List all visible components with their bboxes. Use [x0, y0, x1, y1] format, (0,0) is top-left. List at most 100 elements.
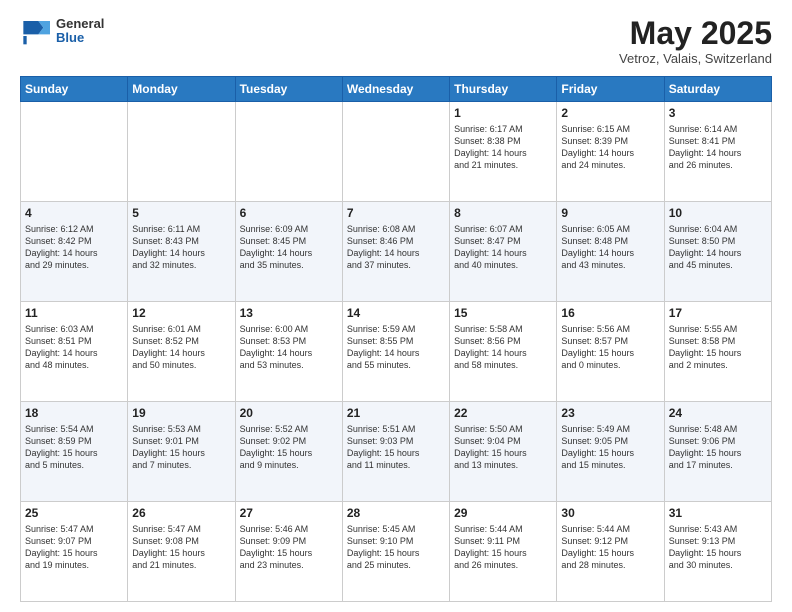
day-info: Sunrise: 5:49 AM Sunset: 9:05 PM Dayligh… — [561, 423, 659, 472]
day-number: 15 — [454, 305, 552, 322]
day-info: Sunrise: 5:53 AM Sunset: 9:01 PM Dayligh… — [132, 423, 230, 472]
day-number: 27 — [240, 505, 338, 522]
day-info: Sunrise: 5:56 AM Sunset: 8:57 PM Dayligh… — [561, 323, 659, 372]
calendar-cell: 19Sunrise: 5:53 AM Sunset: 9:01 PM Dayli… — [128, 402, 235, 502]
calendar-cell: 9Sunrise: 6:05 AM Sunset: 8:48 PM Daylig… — [557, 202, 664, 302]
calendar-cell: 22Sunrise: 5:50 AM Sunset: 9:04 PM Dayli… — [450, 402, 557, 502]
page: General Blue May 2025 Vetroz, Valais, Sw… — [0, 0, 792, 612]
day-info: Sunrise: 6:08 AM Sunset: 8:46 PM Dayligh… — [347, 223, 445, 272]
weekday-header-tuesday: Tuesday — [235, 77, 342, 102]
calendar-cell: 5Sunrise: 6:11 AM Sunset: 8:43 PM Daylig… — [128, 202, 235, 302]
day-info: Sunrise: 6:17 AM Sunset: 8:38 PM Dayligh… — [454, 123, 552, 172]
day-number: 30 — [561, 505, 659, 522]
day-number: 3 — [669, 105, 767, 122]
header: General Blue May 2025 Vetroz, Valais, Sw… — [20, 16, 772, 66]
calendar-cell: 15Sunrise: 5:58 AM Sunset: 8:56 PM Dayli… — [450, 302, 557, 402]
day-number: 23 — [561, 405, 659, 422]
calendar-cell: 30Sunrise: 5:44 AM Sunset: 9:12 PM Dayli… — [557, 502, 664, 602]
calendar-week-2: 4Sunrise: 6:12 AM Sunset: 8:42 PM Daylig… — [21, 202, 772, 302]
day-info: Sunrise: 6:01 AM Sunset: 8:52 PM Dayligh… — [132, 323, 230, 372]
weekday-header-friday: Friday — [557, 77, 664, 102]
calendar-week-1: 1Sunrise: 6:17 AM Sunset: 8:38 PM Daylig… — [21, 102, 772, 202]
day-info: Sunrise: 5:44 AM Sunset: 9:11 PM Dayligh… — [454, 523, 552, 572]
day-number: 13 — [240, 305, 338, 322]
calendar-cell: 26Sunrise: 5:47 AM Sunset: 9:08 PM Dayli… — [128, 502, 235, 602]
day-info: Sunrise: 5:54 AM Sunset: 8:59 PM Dayligh… — [25, 423, 123, 472]
day-number: 24 — [669, 405, 767, 422]
day-number: 14 — [347, 305, 445, 322]
day-info: Sunrise: 6:04 AM Sunset: 8:50 PM Dayligh… — [669, 223, 767, 272]
day-number: 29 — [454, 505, 552, 522]
day-number: 21 — [347, 405, 445, 422]
day-info: Sunrise: 5:46 AM Sunset: 9:09 PM Dayligh… — [240, 523, 338, 572]
day-number: 22 — [454, 405, 552, 422]
calendar-cell: 3Sunrise: 6:14 AM Sunset: 8:41 PM Daylig… — [664, 102, 771, 202]
calendar-cell — [342, 102, 449, 202]
day-number: 26 — [132, 505, 230, 522]
calendar-cell: 24Sunrise: 5:48 AM Sunset: 9:06 PM Dayli… — [664, 402, 771, 502]
calendar-cell: 21Sunrise: 5:51 AM Sunset: 9:03 PM Dayli… — [342, 402, 449, 502]
day-number: 19 — [132, 405, 230, 422]
calendar-cell — [21, 102, 128, 202]
day-info: Sunrise: 6:07 AM Sunset: 8:47 PM Dayligh… — [454, 223, 552, 272]
day-number: 16 — [561, 305, 659, 322]
calendar-cell: 29Sunrise: 5:44 AM Sunset: 9:11 PM Dayli… — [450, 502, 557, 602]
logo-general-text: General — [56, 17, 104, 31]
weekday-header-monday: Monday — [128, 77, 235, 102]
day-info: Sunrise: 5:58 AM Sunset: 8:56 PM Dayligh… — [454, 323, 552, 372]
day-info: Sunrise: 6:11 AM Sunset: 8:43 PM Dayligh… — [132, 223, 230, 272]
day-number: 25 — [25, 505, 123, 522]
day-info: Sunrise: 6:00 AM Sunset: 8:53 PM Dayligh… — [240, 323, 338, 372]
day-number: 12 — [132, 305, 230, 322]
month-year: May 2025 — [619, 16, 772, 51]
day-number: 18 — [25, 405, 123, 422]
day-info: Sunrise: 5:45 AM Sunset: 9:10 PM Dayligh… — [347, 523, 445, 572]
day-info: Sunrise: 5:55 AM Sunset: 8:58 PM Dayligh… — [669, 323, 767, 372]
calendar-cell: 31Sunrise: 5:43 AM Sunset: 9:13 PM Dayli… — [664, 502, 771, 602]
calendar-table: SundayMondayTuesdayWednesdayThursdayFrid… — [20, 76, 772, 602]
calendar-header-row: SundayMondayTuesdayWednesdayThursdayFrid… — [21, 77, 772, 102]
calendar-cell: 12Sunrise: 6:01 AM Sunset: 8:52 PM Dayli… — [128, 302, 235, 402]
calendar-cell: 28Sunrise: 5:45 AM Sunset: 9:10 PM Dayli… — [342, 502, 449, 602]
day-info: Sunrise: 5:44 AM Sunset: 9:12 PM Dayligh… — [561, 523, 659, 572]
calendar-week-3: 11Sunrise: 6:03 AM Sunset: 8:51 PM Dayli… — [21, 302, 772, 402]
calendar-cell: 13Sunrise: 6:00 AM Sunset: 8:53 PM Dayli… — [235, 302, 342, 402]
day-info: Sunrise: 6:15 AM Sunset: 8:39 PM Dayligh… — [561, 123, 659, 172]
day-number: 31 — [669, 505, 767, 522]
calendar-cell: 16Sunrise: 5:56 AM Sunset: 8:57 PM Dayli… — [557, 302, 664, 402]
calendar-cell: 27Sunrise: 5:46 AM Sunset: 9:09 PM Dayli… — [235, 502, 342, 602]
day-number: 9 — [561, 205, 659, 222]
day-info: Sunrise: 5:48 AM Sunset: 9:06 PM Dayligh… — [669, 423, 767, 472]
day-number: 6 — [240, 205, 338, 222]
weekday-header-sunday: Sunday — [21, 77, 128, 102]
day-info: Sunrise: 5:59 AM Sunset: 8:55 PM Dayligh… — [347, 323, 445, 372]
calendar-cell: 25Sunrise: 5:47 AM Sunset: 9:07 PM Dayli… — [21, 502, 128, 602]
calendar-cell: 14Sunrise: 5:59 AM Sunset: 8:55 PM Dayli… — [342, 302, 449, 402]
logo: General Blue — [20, 16, 104, 46]
day-info: Sunrise: 5:43 AM Sunset: 9:13 PM Dayligh… — [669, 523, 767, 572]
calendar-cell — [235, 102, 342, 202]
logo-icon — [20, 16, 50, 46]
title-block: May 2025 Vetroz, Valais, Switzerland — [619, 16, 772, 66]
weekday-header-wednesday: Wednesday — [342, 77, 449, 102]
day-number: 11 — [25, 305, 123, 322]
calendar-cell: 11Sunrise: 6:03 AM Sunset: 8:51 PM Dayli… — [21, 302, 128, 402]
day-info: Sunrise: 5:52 AM Sunset: 9:02 PM Dayligh… — [240, 423, 338, 472]
day-info: Sunrise: 6:14 AM Sunset: 8:41 PM Dayligh… — [669, 123, 767, 172]
day-number: 2 — [561, 105, 659, 122]
calendar-week-5: 25Sunrise: 5:47 AM Sunset: 9:07 PM Dayli… — [21, 502, 772, 602]
calendar-cell: 4Sunrise: 6:12 AM Sunset: 8:42 PM Daylig… — [21, 202, 128, 302]
weekday-header-saturday: Saturday — [664, 77, 771, 102]
day-number: 10 — [669, 205, 767, 222]
day-number: 8 — [454, 205, 552, 222]
calendar-cell: 17Sunrise: 5:55 AM Sunset: 8:58 PM Dayli… — [664, 302, 771, 402]
calendar-cell: 23Sunrise: 5:49 AM Sunset: 9:05 PM Dayli… — [557, 402, 664, 502]
calendar-cell: 8Sunrise: 6:07 AM Sunset: 8:47 PM Daylig… — [450, 202, 557, 302]
weekday-header-thursday: Thursday — [450, 77, 557, 102]
day-number: 4 — [25, 205, 123, 222]
calendar-cell: 6Sunrise: 6:09 AM Sunset: 8:45 PM Daylig… — [235, 202, 342, 302]
day-number: 7 — [347, 205, 445, 222]
location: Vetroz, Valais, Switzerland — [619, 51, 772, 66]
day-number: 28 — [347, 505, 445, 522]
calendar-cell: 18Sunrise: 5:54 AM Sunset: 8:59 PM Dayli… — [21, 402, 128, 502]
